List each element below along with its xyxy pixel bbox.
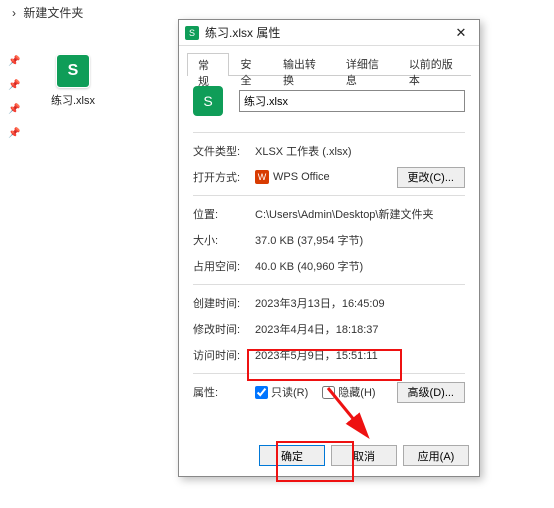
file-name: 练习.xlsx	[38, 92, 108, 108]
created-value: 2023年3月13日，16:45:09	[255, 295, 465, 311]
close-button[interactable]: ✕	[449, 23, 473, 43]
file-item[interactable]: 练习.xlsx	[38, 54, 108, 108]
pin-icon: 📌	[8, 80, 20, 91]
apply-button[interactable]: 应用(A)	[403, 445, 469, 466]
pin-icon: 📌	[8, 128, 20, 139]
location-value: C:\Users\Admin\Desktop\新建文件夹	[255, 206, 465, 222]
ok-button[interactable]: 确定	[259, 445, 325, 466]
tab-security[interactable]: 安全	[229, 52, 271, 75]
breadcrumb-folder[interactable]: 新建文件夹	[23, 6, 83, 20]
hidden-checkbox[interactable]	[322, 386, 335, 399]
title-bar[interactable]: 练习.xlsx 属性 ✕	[179, 20, 479, 46]
tab-general[interactable]: 常规	[187, 53, 229, 76]
filetype-value: XLSX 工作表 (.xlsx)	[255, 143, 465, 159]
divider	[193, 195, 465, 196]
cancel-button[interactable]: 取消	[331, 445, 397, 466]
divider	[193, 373, 465, 374]
dialog-body: 文件类型: XLSX 工作表 (.xlsx) 打开方式: WPS Office …	[179, 76, 479, 400]
tab-strip: 常规 安全 输出转换 详细信息 以前的版本	[187, 52, 471, 76]
created-label: 创建时间:	[193, 295, 255, 311]
advanced-button[interactable]: 高级(D)...	[397, 382, 465, 403]
modified-value: 2023年4月4日，18:18:37	[255, 321, 465, 337]
pin-icon: 📌	[8, 56, 20, 67]
accessed-value: 2023年5月9日，15:51:11	[255, 347, 465, 363]
accessed-label: 访问时间:	[193, 347, 255, 363]
breadcrumb-sep: ›	[12, 6, 16, 20]
hidden-label[interactable]: 隐藏(H)	[338, 384, 375, 400]
sizedisk-value: 40.0 KB (40,960 字节)	[255, 258, 465, 274]
openwith-text: WPS Office	[273, 171, 330, 183]
pin-icon: 📌	[8, 104, 20, 115]
wps-icon	[255, 170, 269, 184]
filename-input[interactable]	[239, 90, 465, 112]
size-label: 大小:	[193, 232, 255, 248]
readonly-label[interactable]: 只读(R)	[271, 384, 308, 400]
sizedisk-label: 占用空间:	[193, 258, 255, 274]
breadcrumb[interactable]: › 新建文件夹	[10, 4, 85, 21]
spreadsheet-icon	[193, 86, 223, 116]
divider	[193, 132, 465, 133]
tab-details[interactable]: 详细信息	[335, 52, 398, 75]
filetype-label: 文件类型:	[193, 143, 255, 159]
tab-previous[interactable]: 以前的版本	[398, 52, 471, 75]
spreadsheet-icon	[56, 54, 90, 88]
readonly-checkbox[interactable]	[255, 386, 268, 399]
divider	[193, 284, 465, 285]
location-label: 位置:	[193, 206, 255, 222]
tab-output[interactable]: 输出转换	[272, 52, 335, 75]
modified-label: 修改时间:	[193, 321, 255, 337]
openwith-label: 打开方式:	[193, 169, 255, 185]
change-button[interactable]: 更改(C)...	[397, 167, 465, 188]
dialog-title: 练习.xlsx 属性	[205, 24, 449, 41]
dialog-footer: 确定 取消 应用(A)	[259, 445, 469, 466]
attr-label: 属性:	[193, 384, 255, 400]
size-value: 37.0 KB (37,954 字节)	[255, 232, 465, 248]
spreadsheet-icon	[185, 26, 199, 40]
properties-dialog: 练习.xlsx 属性 ✕ 常规 安全 输出转换 详细信息 以前的版本 文件类型:…	[178, 19, 480, 477]
